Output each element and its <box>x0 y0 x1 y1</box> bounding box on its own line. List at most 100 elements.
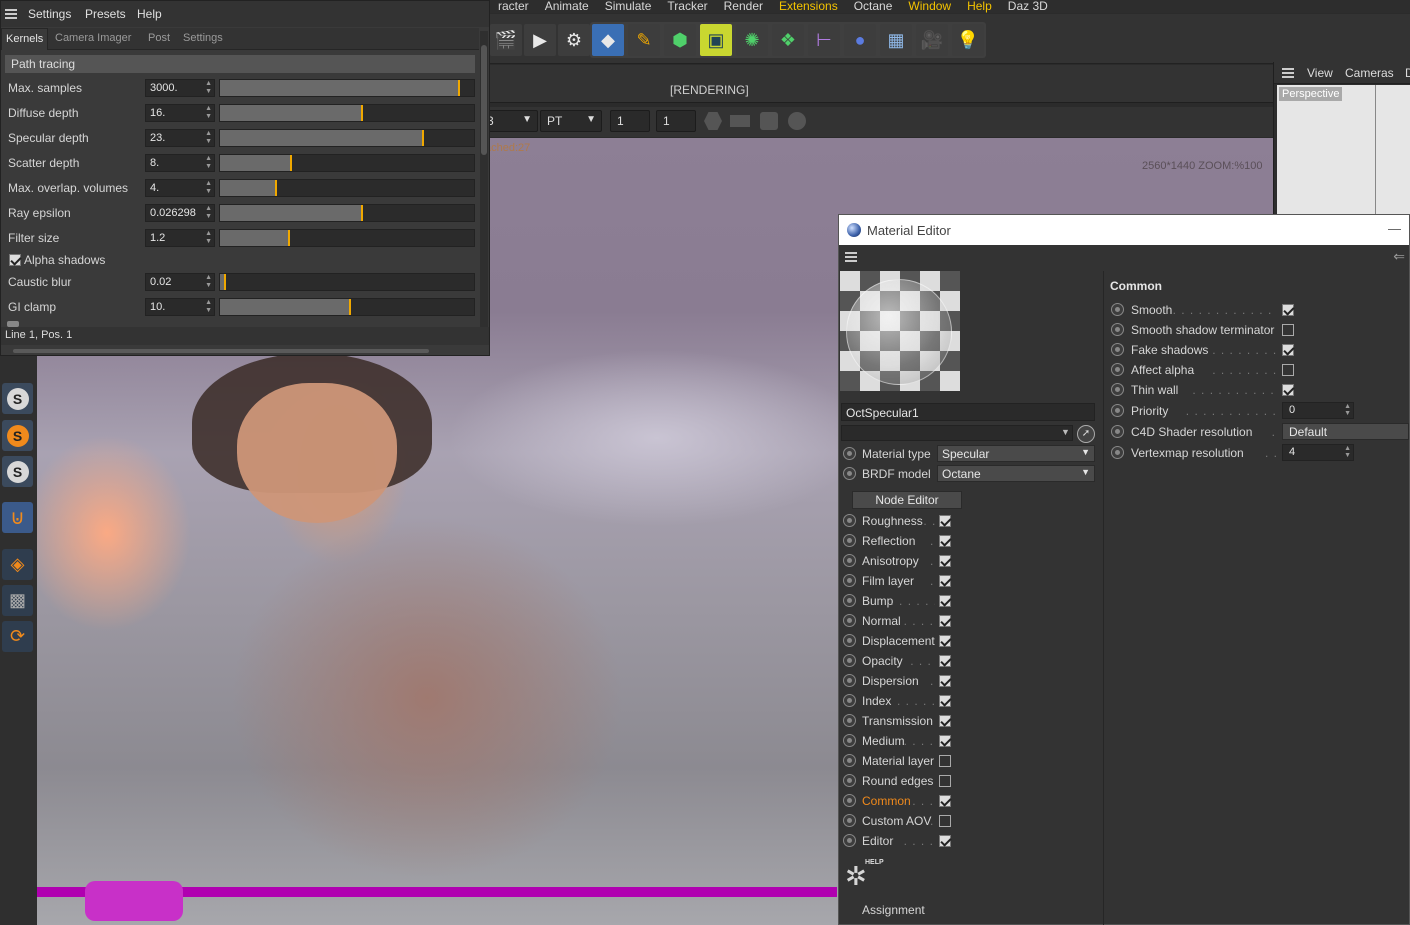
channel-row[interactable]: Opacity . . . . . . . <box>839 651 1099 671</box>
radio-icon[interactable] <box>1111 383 1124 396</box>
menu-help[interactable]: Help <box>959 0 1000 13</box>
radio-icon[interactable] <box>1111 343 1124 356</box>
brdf-model-dropdown[interactable]: Octane ▼ <box>937 465 1095 482</box>
grid-refresh-icon[interactable]: ⟳ <box>2 621 33 652</box>
scrollbar-thumb[interactable] <box>13 349 429 353</box>
channel-checkbox[interactable] <box>939 835 951 847</box>
slider-handle[interactable] <box>457 80 460 96</box>
slider-handle[interactable] <box>287 230 290 246</box>
radio-icon[interactable] <box>843 794 856 807</box>
pick-cursor-icon[interactable]: ➚ <box>1077 425 1095 443</box>
channel-label[interactable]: Medium <box>862 734 905 748</box>
channel-row[interactable]: Material layer. . . . . . . <box>839 751 1099 771</box>
radio-icon[interactable] <box>1111 425 1124 438</box>
channel-checkbox[interactable] <box>939 635 951 647</box>
radio-icon[interactable] <box>843 467 856 480</box>
menu-character[interactable]: racter <box>490 0 537 13</box>
channel-label[interactable]: Opacity <box>862 654 903 668</box>
channel-label[interactable]: Dispersion <box>862 674 919 688</box>
slider-handle[interactable] <box>290 155 293 171</box>
channel-label[interactable]: Custom AOV <box>862 814 931 828</box>
channel-label[interactable]: Normal <box>862 614 901 628</box>
region-icon[interactable] <box>730 115 750 127</box>
channel-label[interactable]: Material layer <box>862 754 934 768</box>
menu-octane[interactable]: Octane <box>846 0 901 13</box>
light-icon[interactable]: 💡 <box>952 24 984 56</box>
channel-label[interactable]: Reflection <box>862 534 915 548</box>
menu-view[interactable]: View <box>1307 66 1333 80</box>
parameter-value-field[interactable]: 23. ▲ ▼ <box>145 129 215 147</box>
slider-handle[interactable] <box>224 274 227 290</box>
radio-icon[interactable] <box>843 594 856 607</box>
parameter-slider[interactable] <box>219 129 475 147</box>
vertical-scrollbar[interactable] <box>480 31 488 327</box>
menu-daz3d[interactable]: Daz 3D <box>1000 0 1056 13</box>
slider-handle[interactable] <box>361 205 364 221</box>
menu-presets[interactable]: Presets <box>85 7 126 21</box>
spinner-arrows-icon[interactable]: ▲ ▼ <box>205 130 212 146</box>
channel-row[interactable]: Bump. . . . . . . <box>839 591 1099 611</box>
channel-label[interactable]: Roughness <box>862 514 923 528</box>
parameter-value-field[interactable]: 10. ▲ ▼ <box>145 298 215 316</box>
channel-label[interactable]: Anisotropy <box>862 554 919 568</box>
subdivision-icon[interactable]: ⬢ <box>664 24 696 56</box>
setting-checkbox[interactable] <box>1282 344 1294 356</box>
channel-row[interactable]: Custom AOV. . . . . . . <box>839 811 1099 831</box>
radio-icon[interactable] <box>1111 323 1124 336</box>
parameter-1-field[interactable]: 1 <box>610 110 650 132</box>
tool-s-2[interactable]: S <box>2 420 33 451</box>
minimize-icon[interactable]: — <box>1388 221 1401 236</box>
channel-row[interactable]: Index . . . . . . . <box>839 691 1099 711</box>
radio-icon[interactable] <box>843 634 856 647</box>
spinner-arrows-icon[interactable]: ▲ ▼ <box>1344 403 1351 417</box>
radio-icon[interactable] <box>843 554 856 567</box>
slider-handle[interactable] <box>361 105 364 121</box>
field-icon[interactable]: ● <box>844 24 876 56</box>
radio-icon[interactable] <box>843 694 856 707</box>
grid-lock-icon[interactable]: ▩ <box>2 585 33 616</box>
radio-icon[interactable] <box>843 754 856 767</box>
channel-checkbox[interactable] <box>939 815 951 827</box>
menu-simulate[interactable]: Simulate <box>597 0 660 13</box>
channel-row[interactable]: Common. . . . . . . <box>839 791 1099 811</box>
channel-checkbox[interactable] <box>939 575 951 587</box>
parameter-value-field[interactable]: 4. ▲ ▼ <box>145 179 215 197</box>
channel-row[interactable]: Displacement. . . . . . . <box>839 631 1099 651</box>
channel-row[interactable]: Anisotropy . . . . . . . <box>839 551 1099 571</box>
record-icon[interactable] <box>788 112 806 130</box>
channel-row[interactable]: Roughness. . . . . . . <box>839 511 1099 531</box>
radio-icon[interactable] <box>1111 363 1124 376</box>
channel-checkbox[interactable] <box>939 735 951 747</box>
render-region-icon[interactable]: 🎬 <box>490 24 522 56</box>
material-editor-titlebar[interactable]: Material Editor — <box>839 215 1409 245</box>
snapshot-icon[interactable] <box>760 112 778 130</box>
slider-handle[interactable] <box>274 180 277 196</box>
channel-row[interactable]: Film layer . . . . . . . <box>839 571 1099 591</box>
parameter-slider[interactable] <box>219 204 475 222</box>
channel-checkbox[interactable] <box>939 535 951 547</box>
radio-icon[interactable] <box>1111 404 1124 417</box>
pen-icon[interactable]: ✎ <box>628 24 660 56</box>
parameter-value-field[interactable]: 3000. ▲ ▼ <box>145 79 215 97</box>
parameter-slider[interactable] <box>219 104 475 122</box>
parameter-slider[interactable] <box>219 79 475 97</box>
scrollbar-thumb[interactable] <box>481 45 487 155</box>
hamburger-icon[interactable] <box>845 252 857 262</box>
hamburger-icon[interactable] <box>5 9 17 19</box>
channel-label[interactable]: Displacement <box>862 634 935 648</box>
tab-camera-imager[interactable]: Camera Imager <box>51 28 135 50</box>
cloner-icon[interactable]: ✺ <box>736 24 768 56</box>
channel-row[interactable]: Round edges. . . . . . . <box>839 771 1099 791</box>
tool-s-1[interactable]: S <box>2 383 33 414</box>
spinner-arrows-icon[interactable]: ▲ ▼ <box>205 80 212 96</box>
setting-number-field[interactable]: 0 ▲ ▼ <box>1282 402 1354 419</box>
channel-label[interactable]: Film layer <box>862 574 914 588</box>
preset-dropdown[interactable] <box>841 425 1073 441</box>
channel-checkbox[interactable] <box>939 715 951 727</box>
horizontal-scrollbar[interactable] <box>5 347 475 355</box>
menu-settings[interactable]: Settings <box>28 7 71 21</box>
grid-plane-icon[interactable]: ◈ <box>2 549 33 580</box>
assignment-tab[interactable]: Assignment <box>862 903 925 917</box>
alpha-shadows-row[interactable]: Alpha shadows <box>1 249 477 271</box>
kernel-select[interactable]: PT ▼ <box>540 110 602 132</box>
